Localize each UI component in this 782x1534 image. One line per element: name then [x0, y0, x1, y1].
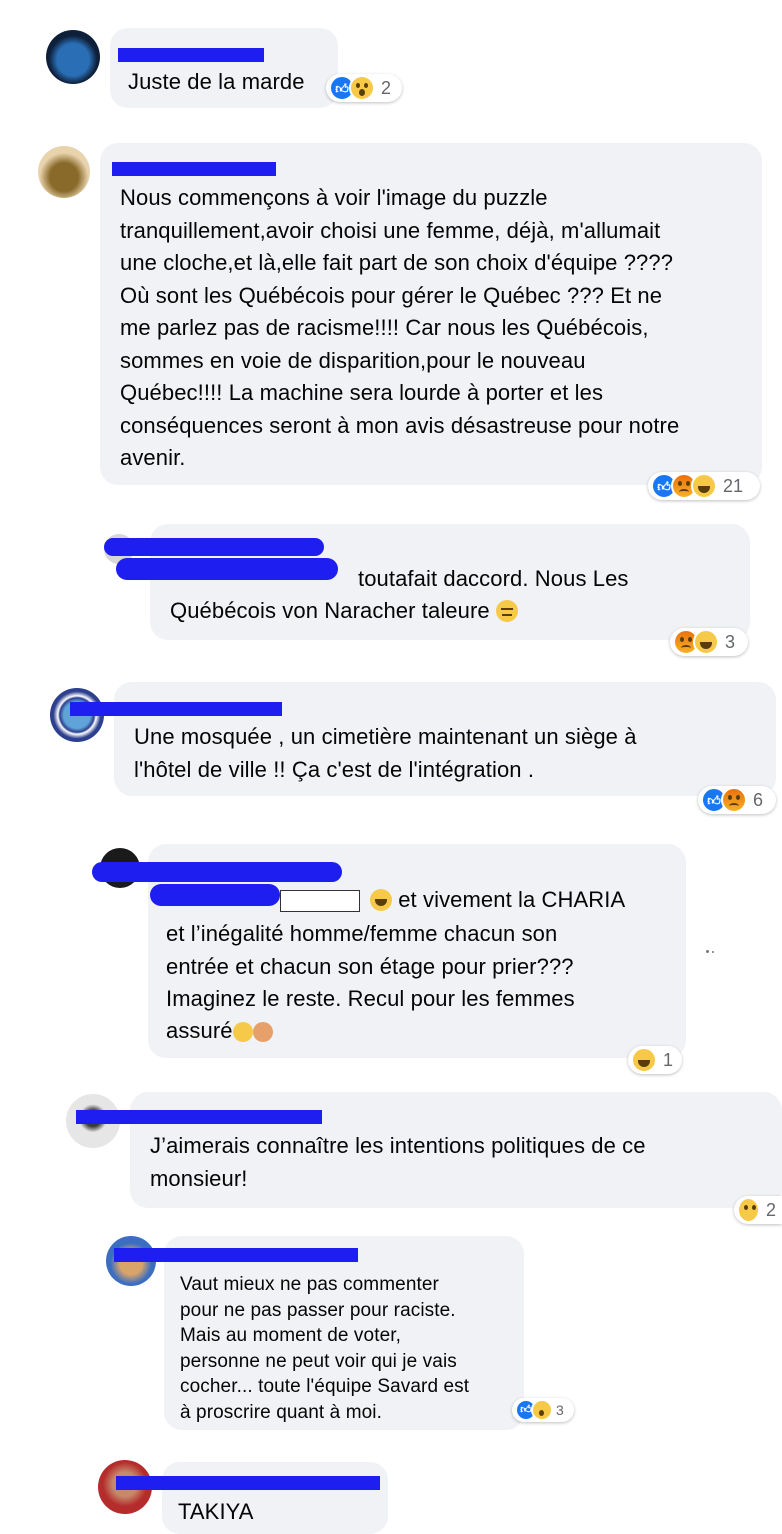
comment-text: Juste de la marde	[128, 69, 305, 94]
haha-icon	[691, 473, 717, 499]
options-dot[interactable]	[712, 951, 714, 953]
reaction-summary[interactable]: 3	[670, 628, 748, 656]
commenter-avatar[interactable]	[46, 30, 100, 84]
expressionless-emoji-icon	[495, 600, 518, 622]
comment-text-line: assuré	[166, 1018, 233, 1043]
comment-text: assuré	[166, 1015, 273, 1048]
reaction-summary[interactable]: 2	[734, 1196, 782, 1224]
comment-text: et l’inégalité homme/femme chacun son en…	[166, 921, 575, 1011]
comment-text: toutafait daccord. Nous Les	[358, 566, 629, 591]
redacted-name	[104, 538, 324, 556]
reaction-count: 2	[765, 1199, 776, 1220]
reaction-count: 6	[753, 789, 764, 810]
commenter-avatar[interactable]	[38, 146, 90, 198]
redacted-name	[112, 162, 276, 176]
reaction-count: 21	[723, 475, 744, 496]
reaction-count: 1	[663, 1049, 674, 1070]
comment-text: TAKIYA	[178, 1499, 254, 1524]
reaction-summary[interactable]: 1	[628, 1046, 682, 1074]
redacted-name	[116, 558, 338, 580]
haha-icon	[631, 1047, 657, 1073]
comment-text: Québécois von Naracher taleure	[170, 595, 518, 628]
comment-text: J’aimerais connaître les intentions poli…	[150, 1133, 646, 1191]
reaction-summary[interactable]: 👍︎ 3	[512, 1398, 574, 1422]
monocle-face-emoji-icon	[232, 1022, 253, 1042]
comment-text: Nous commençons à voir l'image du puzzle…	[120, 185, 680, 470]
reaction-summary[interactable]: 👍︎ 6	[698, 786, 776, 814]
comment-text-line: Québécois von Naracher taleure	[170, 598, 490, 623]
redacted-mention-box	[280, 890, 360, 912]
reaction-summary[interactable]: 👍︎ 21	[648, 472, 760, 500]
wow-icon	[531, 1399, 553, 1421]
care-icon	[737, 1197, 760, 1223]
redacted-name	[114, 1248, 358, 1262]
redacted-name	[70, 702, 282, 716]
redacted-name	[76, 1110, 322, 1124]
options-dot[interactable]	[706, 950, 709, 953]
comment-text: Une mosquée , un cimetière maintenant un…	[134, 724, 637, 782]
wow-icon	[349, 75, 375, 101]
woman-shrugging-emoji-icon	[252, 1022, 273, 1042]
angry-icon	[721, 787, 747, 813]
redacted-name	[92, 862, 342, 882]
comment-text: Vaut mieux ne pas commenter pour ne pas …	[180, 1274, 470, 1423]
haha-icon	[693, 629, 719, 655]
comment-text: et vivement la CHARIA	[370, 884, 625, 917]
reaction-count: 2	[381, 77, 392, 98]
reaction-summary[interactable]: 👍︎ 2	[326, 74, 402, 102]
reaction-count: 3	[556, 1402, 564, 1418]
laughing-emoji-icon	[370, 889, 392, 911]
redacted-name	[118, 48, 264, 62]
reaction-count: 3	[725, 631, 736, 652]
redacted-name	[116, 1476, 380, 1490]
redacted-name	[150, 884, 280, 906]
comment-text-line: et vivement la CHARIA	[398, 887, 626, 912]
